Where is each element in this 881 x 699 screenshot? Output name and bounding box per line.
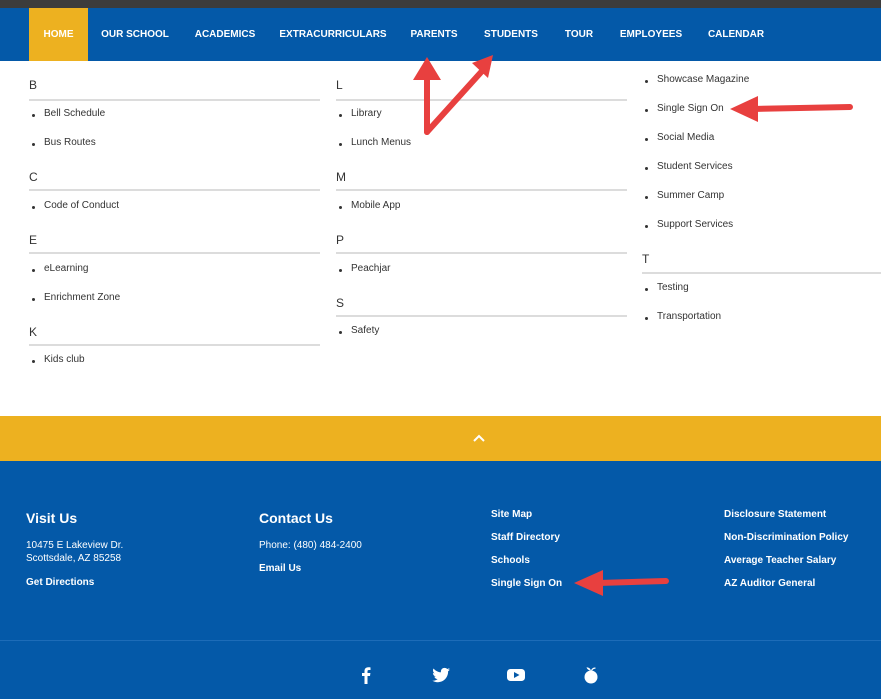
footer-link-site-map[interactable]: Site Map (491, 509, 532, 520)
window-top-strip (0, 0, 881, 8)
nav-employees[interactable]: EMPLOYEES (617, 8, 685, 61)
directory-link-peachjar[interactable]: Peachjar (338, 263, 390, 274)
collapse-bar (0, 416, 881, 461)
directory-letter-k: K (29, 325, 38, 339)
directory-link-summer-camp[interactable]: Summer Camp (644, 190, 724, 201)
directory-link-enrichment-zone[interactable]: Enrichment Zone (31, 292, 120, 303)
divider (336, 252, 627, 254)
directory-link-library[interactable]: Library (339, 108, 382, 119)
get-directions-link[interactable]: Get Directions (26, 577, 94, 588)
address-line-2: Scottsdale, AZ 85258 (26, 553, 122, 564)
phone-number: Phone: (480) 484-2400 (259, 540, 362, 551)
directory-letter-b: B (29, 78, 38, 92)
directory-link-support-services[interactable]: Support Services (644, 219, 733, 230)
directory-letter-m: M (336, 170, 346, 184)
directory-letter-e: E (29, 233, 38, 247)
directory-link-transportation[interactable]: Transportation (644, 311, 721, 322)
chevron-up-icon[interactable] (470, 430, 488, 446)
directory-link-safety[interactable]: Safety (338, 325, 379, 336)
peachjar-icon[interactable] (580, 664, 602, 686)
nav-parents[interactable]: PARENTS (406, 8, 462, 61)
nav-academics[interactable]: ACADEMICS (190, 8, 260, 61)
directory-letter-t: T (642, 252, 650, 266)
contact-us-heading: Contact Us (259, 510, 333, 526)
directory-letter-p: P (336, 233, 345, 247)
divider (29, 252, 320, 254)
directory-link-single-sign-on[interactable]: Single Sign On (645, 103, 724, 114)
nav-our-school[interactable]: OUR SCHOOL (96, 8, 174, 61)
directory-letter-l: L (336, 78, 343, 92)
arrow-to-students (424, 55, 493, 135)
arrow-to-single-sign-on (730, 96, 853, 122)
directory-link-testing[interactable]: Testing (645, 282, 689, 293)
main-navigation: HOME OUR SCHOOL ACADEMICS EXTRACURRICULA… (0, 8, 881, 61)
directory-link-lunch-menus[interactable]: Lunch Menus (338, 137, 411, 148)
footer-link-disclosure-statement[interactable]: Disclosure Statement (724, 509, 826, 520)
footer-link-single-sign-on[interactable]: Single Sign On (491, 578, 562, 589)
directory-link-social-media[interactable]: Social Media (644, 132, 714, 143)
footer-link-staff-directory[interactable]: Staff Directory (491, 532, 560, 543)
divider (29, 344, 320, 346)
arrow-to-parents (413, 57, 441, 135)
footer-link-average-teacher-salary[interactable]: Average Teacher Salary (724, 555, 836, 566)
youtube-icon[interactable] (505, 664, 527, 686)
divider (29, 189, 320, 191)
address-line-1: 10475 E Lakeview Dr. (26, 540, 124, 551)
directory-link-bus-routes[interactable]: Bus Routes (32, 137, 96, 148)
nav-tour[interactable]: TOUR (560, 8, 598, 61)
footer-link-schools[interactable]: Schools (491, 555, 530, 566)
directory-letter-c: C (29, 170, 38, 184)
directory-letter-s: S (336, 296, 345, 310)
footer-link-non-discrimination-policy[interactable]: Non-Discrimination Policy (724, 532, 848, 543)
divider (336, 189, 627, 191)
nav-calendar[interactable]: CALENDAR (703, 8, 769, 61)
email-us-link[interactable]: Email Us (259, 563, 301, 574)
nav-home[interactable]: HOME (29, 8, 88, 61)
directory-link-bell-schedule[interactable]: Bell Schedule (31, 108, 105, 119)
nav-students[interactable]: STUDENTS (480, 8, 542, 61)
divider (29, 99, 320, 101)
footer-link-az-auditor-general[interactable]: AZ Auditor General (724, 578, 815, 589)
directory-link-showcase-magazine[interactable]: Showcase Magazine (644, 74, 749, 85)
visit-us-heading: Visit Us (26, 510, 78, 526)
facebook-icon[interactable] (355, 664, 377, 686)
divider (336, 315, 627, 317)
directory-link-kids-club[interactable]: Kids club (32, 354, 85, 365)
directory-link-mobile-app[interactable]: Mobile App (338, 200, 400, 211)
footer-divider (0, 640, 881, 641)
divider (336, 99, 627, 101)
twitter-icon[interactable] (430, 664, 452, 686)
divider (642, 272, 881, 274)
nav-extracurriculars[interactable]: EXTRACURRICULARS (278, 8, 388, 61)
directory-link-student-services[interactable]: Student Services (645, 161, 733, 172)
directory-link-code-of-conduct[interactable]: Code of Conduct (31, 200, 119, 211)
directory-link-elearning[interactable]: eLearning (31, 263, 88, 274)
